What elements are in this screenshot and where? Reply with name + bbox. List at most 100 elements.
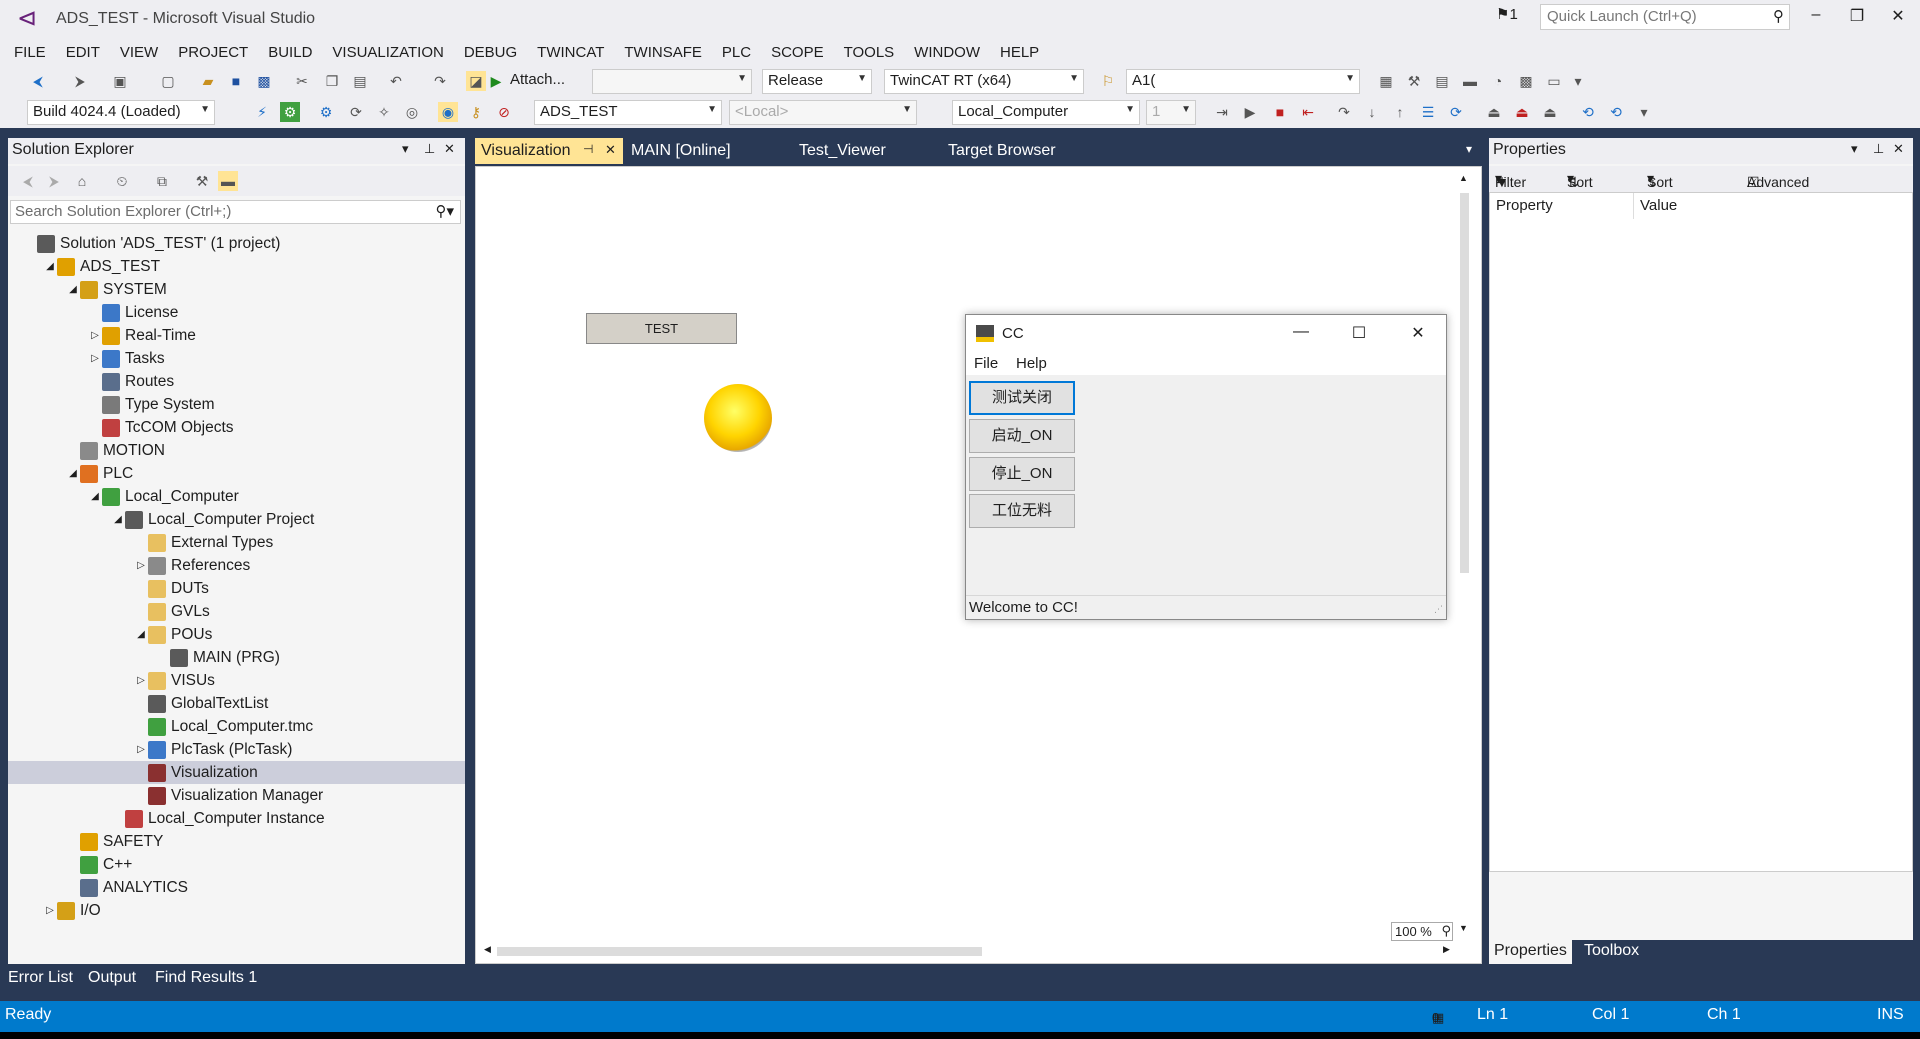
- notifications-flag[interactable]: ⚑1: [1496, 5, 1518, 23]
- tree-node[interactable]: ▷ I/O: [43, 899, 101, 922]
- menu-tools[interactable]: TOOLS: [834, 44, 905, 61]
- window-layout-icon[interactable]: ▭: [1544, 71, 1564, 91]
- save-all-icon[interactable]: ▩: [254, 71, 274, 91]
- tree-node[interactable]: TcCOM Objects: [88, 416, 234, 439]
- collapse-arrow-icon[interactable]: ◢: [111, 514, 125, 525]
- extension-icon[interactable]: ▩: [1516, 71, 1536, 91]
- vertical-scroll-thumb[interactable]: [1460, 193, 1469, 573]
- tree-node[interactable]: GVLs: [134, 600, 210, 623]
- tree-node[interactable]: SAFETY: [66, 830, 163, 853]
- expand-arrow-icon[interactable]: ▷: [134, 560, 148, 571]
- tree-node[interactable]: ▷ VISUs: [134, 669, 215, 692]
- object-browser-icon[interactable]: ▤: [1432, 71, 1452, 91]
- refresh-icon[interactable]: ⟳: [1446, 102, 1466, 122]
- sort-by-button[interactable]: ⇅Sort by ▾: [1567, 170, 1593, 206]
- tree-node[interactable]: MAIN (PRG): [156, 646, 280, 669]
- collapse-arrow-icon[interactable]: ◢: [134, 629, 148, 640]
- cc-menu-file[interactable]: File: [974, 355, 998, 372]
- filter-button[interactable]: ▼ Filter ▾: [1495, 170, 1526, 190]
- stop-on-button[interactable]: 停止_ON: [969, 457, 1075, 491]
- tab-find-results[interactable]: Find Results 1: [155, 969, 257, 987]
- activate-config-icon[interactable]: ⚡: [252, 102, 272, 122]
- tree-node[interactable]: Local_Computer Instance: [111, 807, 325, 830]
- properties-wrench-icon[interactable]: ⚒: [192, 171, 212, 191]
- tree-node[interactable]: Routes: [88, 370, 174, 393]
- force-values-icon[interactable]: ⏏: [1512, 102, 1532, 122]
- sync-icon[interactable]: ⟲: [1578, 102, 1598, 122]
- menu-file[interactable]: FILE: [4, 44, 56, 61]
- back-icon[interactable]: ⮜: [28, 71, 48, 91]
- tab-properties[interactable]: Properties: [1489, 940, 1572, 964]
- toolbar-options2-icon[interactable]: ▾: [1634, 102, 1654, 122]
- menu-scope[interactable]: SCOPE: [761, 44, 834, 61]
- home-icon[interactable]: ⌂: [72, 171, 92, 191]
- step-over-icon[interactable]: ↷: [1334, 102, 1354, 122]
- resize-grip-icon[interactable]: ⋰: [1434, 604, 1443, 615]
- vertical-scrollbar[interactable]: ▲ ▼: [1457, 173, 1472, 933]
- tab-overflow-icon[interactable]: ▾: [1460, 138, 1478, 164]
- build-version-combo[interactable]: Build 4024.4 (Loaded) ▼: [27, 100, 215, 125]
- online-icon[interactable]: ◎: [402, 102, 422, 122]
- menu-visualization[interactable]: VISUALIZATION: [322, 44, 453, 61]
- sort-order-button[interactable]: ⇣Sort order ▾: [1647, 170, 1680, 206]
- tree-node[interactable]: DUTs: [134, 577, 209, 600]
- instance-number-combo[interactable]: 1 ▼: [1146, 100, 1196, 125]
- tree-node[interactable]: ◢ SYSTEM: [66, 278, 167, 301]
- breakpoint-list-icon[interactable]: ☰: [1418, 102, 1438, 122]
- expand-arrow-icon[interactable]: ▷: [43, 905, 57, 916]
- back-icon[interactable]: ⮜: [18, 171, 38, 191]
- attach-target-combo[interactable]: ▼: [592, 69, 752, 94]
- config-mode-icon[interactable]: ⚙: [316, 102, 336, 122]
- tab-output[interactable]: Output: [88, 969, 136, 987]
- start-icon[interactable]: ▶: [486, 71, 506, 91]
- quick-launch-input[interactable]: Quick Launch (Ctrl+Q) ⚲: [1540, 4, 1790, 30]
- panel-dropdown-icon[interactable]: ▾: [402, 141, 409, 157]
- tree-node[interactable]: ◢ Local_Computer Project: [111, 508, 314, 531]
- restart-icon[interactable]: ⚙: [280, 102, 300, 122]
- disconnect-icon[interactable]: ⊘: [494, 102, 514, 122]
- cc-maximize-button[interactable]: ☐: [1347, 323, 1371, 343]
- tree-node[interactable]: ◢ Local_Computer: [88, 485, 239, 508]
- tree-node[interactable]: ◢ PLC: [66, 462, 133, 485]
- toggle-icon[interactable]: ◪: [466, 71, 486, 91]
- platform-combo[interactable]: TwinCAT RT (x64) ▼: [884, 69, 1084, 94]
- paste-icon[interactable]: ▤: [350, 71, 370, 91]
- solution-search-input[interactable]: Search Solution Explorer (Ctrl+;) ⚲▾: [10, 200, 461, 224]
- tree-node[interactable]: ◢ ADS_TEST: [43, 255, 160, 278]
- zoom-box[interactable]: 100 % ⚲: [1391, 922, 1453, 941]
- panel-dropdown-icon[interactable]: ▾: [1851, 141, 1858, 157]
- step-into-icon[interactable]: ↓: [1362, 102, 1382, 122]
- forward-icon[interactable]: ⮞: [70, 71, 90, 91]
- new-project-icon[interactable]: ▣: [110, 71, 130, 91]
- scroll-right-icon[interactable]: ▶: [1443, 944, 1450, 955]
- tree-node[interactable]: ▷ References: [134, 554, 250, 577]
- tree-node[interactable]: C++: [66, 853, 132, 876]
- tree-node[interactable]: Visualization: [8, 761, 465, 784]
- pin-icon[interactable]: ⊥: [1873, 141, 1884, 157]
- tab-main-online[interactable]: MAIN [Online]: [625, 138, 737, 164]
- reload-icon[interactable]: ⟳: [346, 102, 366, 122]
- save-icon[interactable]: ■: [226, 71, 246, 91]
- tab-toolbox[interactable]: Toolbox: [1579, 940, 1644, 964]
- expand-arrow-icon[interactable]: ▷: [88, 330, 102, 341]
- tree-node[interactable]: GlobalTextList: [134, 692, 268, 715]
- pending-changes-icon[interactable]: ⏲: [112, 171, 132, 191]
- login-icon[interactable]: ⇥: [1212, 102, 1232, 122]
- horizontal-scroll-thumb[interactable]: [497, 947, 982, 956]
- tree-node[interactable]: ▷ PlcTask (PlcTask): [134, 738, 292, 761]
- minimize-button[interactable]: ‒: [1801, 6, 1831, 32]
- tree-node[interactable]: MOTION: [66, 439, 165, 462]
- tree-node[interactable]: Solution 'ADS_TEST' (1 project): [23, 232, 280, 255]
- close-panel-icon[interactable]: ✕: [444, 141, 455, 157]
- tree-node[interactable]: ANALYTICS: [66, 876, 188, 899]
- menu-window[interactable]: WINDOW: [904, 44, 990, 61]
- expand-arrow-icon[interactable]: ▷: [134, 675, 148, 686]
- close-window-button[interactable]: ✕: [1883, 6, 1913, 32]
- tree-node[interactable]: Local_Computer.tmc: [134, 715, 313, 738]
- collapse-arrow-icon[interactable]: ◢: [43, 261, 57, 272]
- tab-test-viewer[interactable]: Test_Viewer: [793, 138, 892, 164]
- test-close-button[interactable]: 测试关闭: [969, 381, 1075, 415]
- scan-icon[interactable]: ✧: [374, 102, 394, 122]
- close-panel-icon[interactable]: ✕: [1893, 141, 1904, 157]
- cut-icon[interactable]: ✂: [292, 71, 312, 91]
